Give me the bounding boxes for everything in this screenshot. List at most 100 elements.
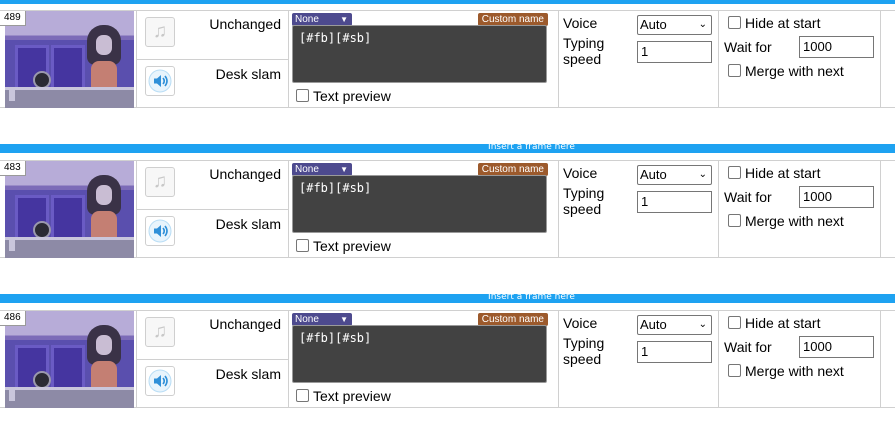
thumb-desk <box>5 237 134 258</box>
insert-frame-bar[interactable]: Insert a frame here <box>0 0 895 4</box>
music-button[interactable]: ♫ <box>145 167 175 197</box>
pose-select-value: None <box>295 314 319 325</box>
insert-frame-label: Insert a frame here <box>488 144 575 152</box>
sound-button[interactable] <box>145 216 175 246</box>
row-spacer <box>880 11 895 107</box>
frame-text-input[interactable]: [#fb][#sb] <box>292 175 547 233</box>
sound-cell: ♫ Unchanged Desk slam <box>136 161 289 257</box>
merge-with-next-label: Merge with next <box>745 213 844 229</box>
merge-with-next-label: Merge with next <box>745 63 844 79</box>
voice-label: Voice <box>563 315 598 331</box>
sfx-label: Desk slam <box>215 66 281 82</box>
merge-with-next-checkbox[interactable] <box>728 364 741 377</box>
row-spacer <box>880 311 895 407</box>
speaker-icon <box>148 69 172 93</box>
wait-for-label: Wait for <box>724 189 772 205</box>
frame-preview-cell: 483 <box>0 161 137 258</box>
text-cell: None ▼ Custom name [#fb][#sb] Text previ… <box>288 161 559 257</box>
text-preview-label: Text preview <box>313 88 391 104</box>
thumb-desk <box>5 87 134 108</box>
frame-row: 486 ♫ Unchanged Desk slam None ▼ Custom … <box>0 310 895 408</box>
typing-speed-label: Typing speed <box>563 335 605 367</box>
voice-label: Voice <box>563 165 598 181</box>
music-label: Unchanged <box>209 16 281 32</box>
sound-cell: ♫ Unchanged Desk slam <box>136 11 289 107</box>
voice-select[interactable]: Auto ⌄ <box>637 165 712 185</box>
options-cell: Hide at start Wait for 1000 Merge with n… <box>718 161 881 257</box>
options-cell: Hide at start Wait for 1000 Merge with n… <box>718 311 881 407</box>
wait-for-input[interactable]: 1000 <box>799 336 874 358</box>
pose-select-value: None <box>295 164 319 175</box>
divider <box>136 209 288 210</box>
text-preview-checkbox[interactable] <box>296 389 309 402</box>
insert-frame-label: Insert a frame here <box>488 0 575 3</box>
divider <box>136 359 288 360</box>
frame-text-input[interactable]: [#fb][#sb] <box>292 325 547 383</box>
music-note-icon: ♫ <box>152 321 168 342</box>
voice-select[interactable]: Auto ⌄ <box>637 315 712 335</box>
thumb-desk <box>5 387 134 408</box>
sfx-label: Desk slam <box>215 216 281 232</box>
text-preview-checkbox[interactable] <box>296 239 309 252</box>
pose-select-value: None <box>295 14 319 25</box>
music-note-icon: ♫ <box>152 21 168 42</box>
thumb-character <box>87 325 121 389</box>
voice-cell: Voice Auto ⌄ Typing speed 1 <box>558 161 719 257</box>
wait-for-label: Wait for <box>724 39 772 55</box>
wait-for-input[interactable]: 1000 <box>799 186 874 208</box>
voice-label: Voice <box>563 15 598 31</box>
sfx-label: Desk slam <box>215 366 281 382</box>
row-spacer <box>880 161 895 257</box>
text-cell: None ▼ Custom name [#fb][#sb] Text previ… <box>288 311 559 407</box>
sound-button[interactable] <box>145 366 175 396</box>
thumb-lamp <box>9 239 15 251</box>
text-cell: None ▼ Custom name [#fb][#sb] Text previ… <box>288 11 559 107</box>
hide-at-start-checkbox[interactable] <box>728 166 741 179</box>
frame-row: 483 ♫ Unchanged Desk slam None ▼ Custom … <box>0 160 895 258</box>
merge-with-next-checkbox[interactable] <box>728 64 741 77</box>
typing-speed-input[interactable]: 1 <box>637 341 712 363</box>
chevron-down-icon: ⌄ <box>698 19 707 30</box>
thumb-character <box>87 175 121 239</box>
typing-speed-input[interactable]: 1 <box>637 41 712 63</box>
chevron-down-icon: ⌄ <box>698 169 707 180</box>
merge-with-next-checkbox[interactable] <box>728 214 741 227</box>
music-button[interactable]: ♫ <box>145 17 175 47</box>
music-label: Unchanged <box>209 316 281 332</box>
typing-speed-label: Typing speed <box>563 35 605 67</box>
thumb-character <box>87 25 121 89</box>
frame-text-input[interactable]: [#fb][#sb] <box>292 25 547 83</box>
chevron-down-icon: ⌄ <box>698 319 707 330</box>
text-preview-checkbox[interactable] <box>296 89 309 102</box>
voice-select[interactable]: Auto ⌄ <box>637 15 712 35</box>
hide-at-start-label: Hide at start <box>745 165 821 181</box>
music-note-icon: ♫ <box>152 171 168 192</box>
voice-select-value: Auto <box>640 167 667 182</box>
insert-frame-bar[interactable]: Insert a frame here <box>0 294 895 303</box>
insert-frame-bar[interactable]: Insert a frame here <box>0 144 895 153</box>
divider <box>136 59 288 60</box>
text-preview-label: Text preview <box>313 388 391 404</box>
typing-speed-label: Typing speed <box>563 185 605 217</box>
voice-select-value: Auto <box>640 17 667 32</box>
wait-for-input[interactable]: 1000 <box>799 36 874 58</box>
typing-speed-input[interactable]: 1 <box>637 191 712 213</box>
music-label: Unchanged <box>209 166 281 182</box>
sound-button[interactable] <box>145 66 175 96</box>
frame-id: 483 <box>0 161 26 176</box>
merge-with-next-label: Merge with next <box>745 363 844 379</box>
voice-select-value: Auto <box>640 317 667 332</box>
music-button[interactable]: ♫ <box>145 317 175 347</box>
frame-id: 486 <box>0 311 26 326</box>
insert-frame-label: Insert a frame here <box>488 294 575 302</box>
speaker-icon <box>148 369 172 393</box>
voice-cell: Voice Auto ⌄ Typing speed 1 <box>558 311 719 407</box>
speaker-icon <box>148 219 172 243</box>
sound-cell: ♫ Unchanged Desk slam <box>136 311 289 407</box>
hide-at-start-checkbox[interactable] <box>728 316 741 329</box>
voice-cell: Voice Auto ⌄ Typing speed 1 <box>558 11 719 107</box>
hide-at-start-label: Hide at start <box>745 15 821 31</box>
wait-for-label: Wait for <box>724 339 772 355</box>
thumb-lamp <box>9 389 15 401</box>
hide-at-start-checkbox[interactable] <box>728 16 741 29</box>
